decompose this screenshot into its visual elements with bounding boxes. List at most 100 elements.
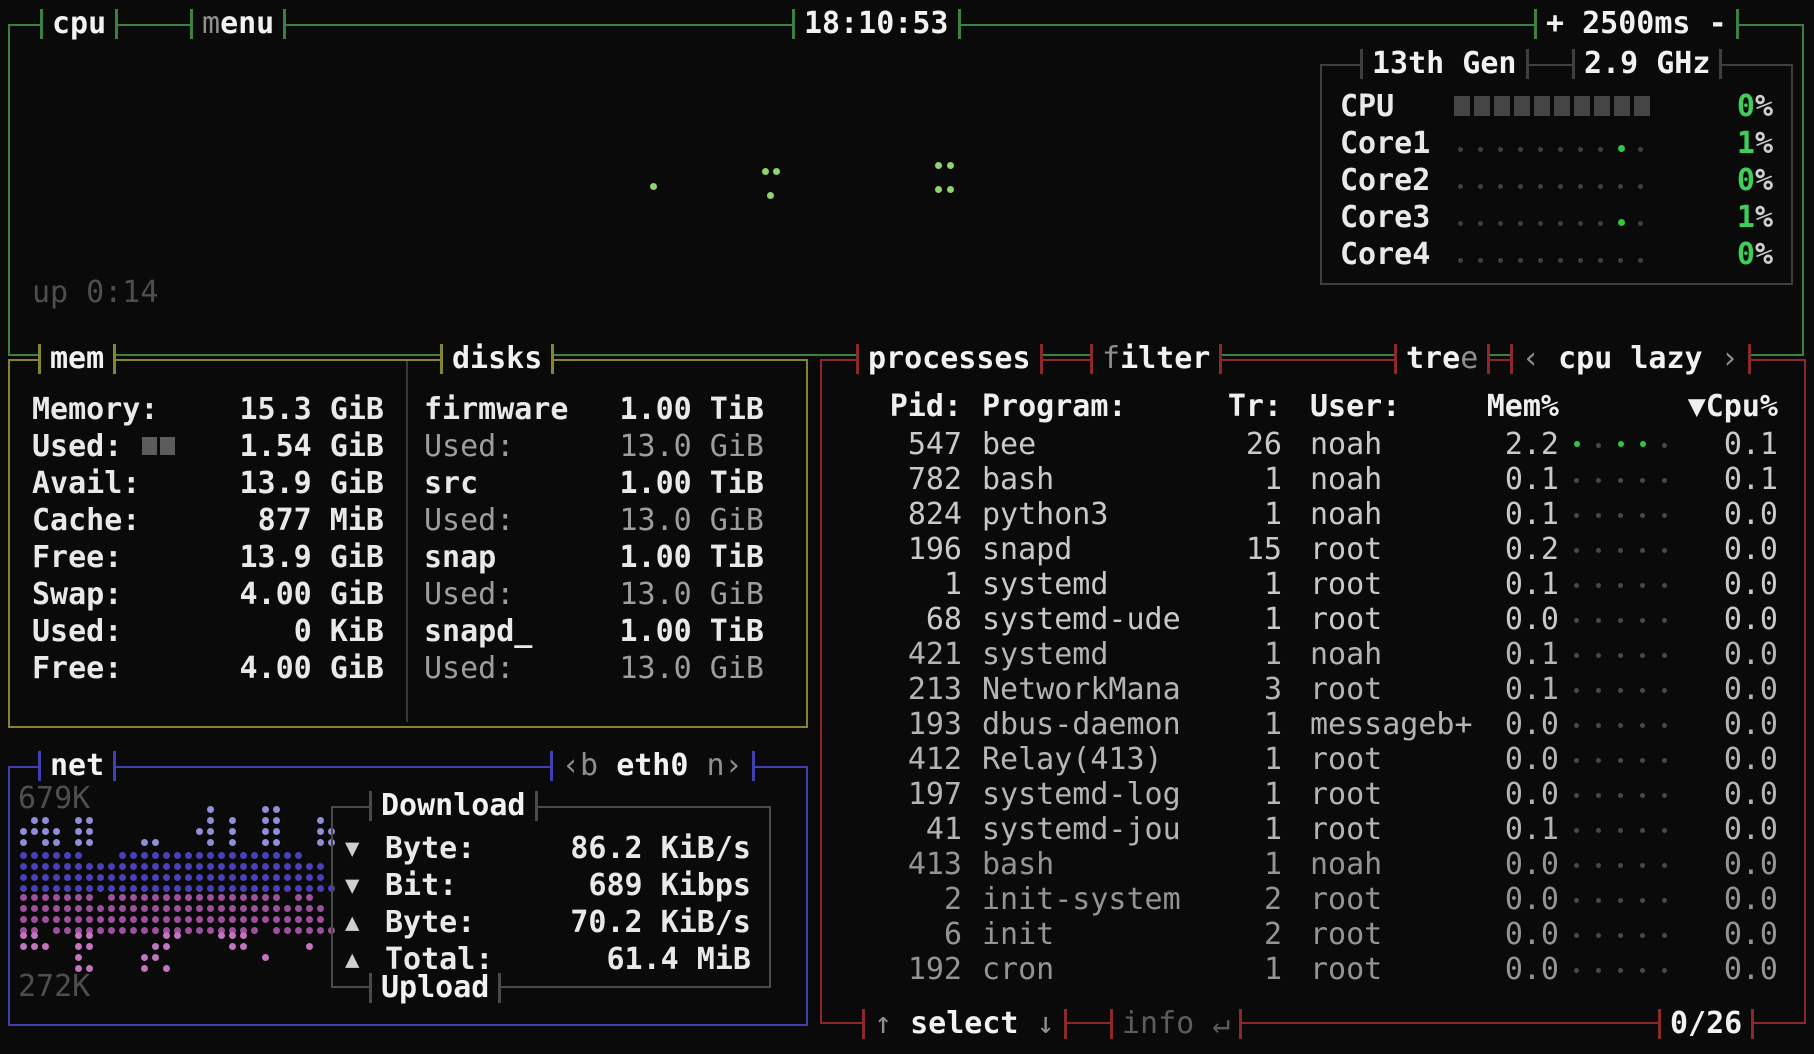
process-cpu-graph [1570, 812, 1700, 847]
process-name: Relay(413) [982, 742, 1217, 777]
net-graph-dot [229, 885, 236, 892]
mem-value: 877 MiB [258, 502, 384, 539]
net-graph-dot [317, 839, 324, 846]
process-row[interactable]: 1systemd1root0.10.0 [822, 567, 1804, 602]
process-row[interactable]: 412Relay(413)1root0.00.0 [822, 742, 1804, 777]
process-user: root [1310, 812, 1480, 847]
net-graph-dot [229, 839, 236, 846]
net-graph-dot [240, 932, 247, 939]
process-name: dbus-daemon [982, 707, 1217, 742]
process-row[interactable]: 421systemd1noah0.10.0 [822, 637, 1804, 672]
proc-graph-dot [1640, 828, 1645, 833]
mem-box-title[interactable]: mem [38, 342, 116, 376]
disk-row: firmware1.00 TiB [424, 391, 764, 428]
proc-graph-dot [1618, 653, 1623, 658]
proc-graph-dot [1596, 758, 1601, 763]
process-user: root [1310, 882, 1480, 917]
net-graph-dot [295, 863, 302, 870]
select-control[interactable]: ↑ select ↓ [862, 1007, 1067, 1041]
net-graph-dot [31, 863, 38, 870]
proc-graph-dot [1640, 933, 1645, 938]
header-cpu[interactable]: ▼Cpu% [1667, 389, 1778, 424]
info-button[interactable]: info ↵ [1110, 1007, 1242, 1041]
process-pid: 782 [836, 462, 962, 497]
proc-graph-dot [1574, 653, 1579, 658]
mem-label: Avail: [32, 465, 140, 502]
cpu-graph-dot [773, 168, 780, 175]
core-graph-dot [1578, 147, 1583, 152]
net-graph-dot [119, 927, 126, 934]
proc-graph-dot [1596, 548, 1601, 553]
header-mem[interactable]: Mem% [1478, 389, 1559, 424]
process-row[interactable]: 193dbus-daemon1messageb+0.00.0 [822, 707, 1804, 742]
net-graph-dot [75, 943, 82, 950]
process-mem-percent: 0.1 [1478, 497, 1559, 532]
proc-graph-dot [1618, 968, 1623, 973]
net-graph-dot [218, 932, 225, 939]
proc-graph-dot [1662, 898, 1667, 903]
header-threads[interactable]: Tr: [1222, 389, 1282, 424]
proc-graph-dot [1574, 548, 1579, 553]
process-row[interactable]: 824python31noah0.10.0 [822, 497, 1804, 532]
net-graph-dot [141, 954, 148, 961]
net-graph-dot [86, 894, 93, 901]
selection-counter: 0/26 [1658, 1007, 1754, 1041]
net-box-title[interactable]: net [38, 749, 116, 783]
cpu-core-row: Core40% [1322, 236, 1787, 273]
net-graph-dot [273, 894, 280, 901]
net-graph-dot [251, 863, 258, 870]
net-graph-dot [53, 874, 60, 881]
border-tick [1487, 344, 1490, 374]
core-graph-dot [1578, 221, 1583, 226]
border-tick [1526, 49, 1529, 79]
proc-graph-dot [1640, 723, 1645, 728]
menu-button[interactable]: menu [190, 7, 286, 41]
mem-row: Memory:15.3 GiB [32, 391, 384, 428]
net-graph-dot [53, 894, 60, 901]
processes-box-title[interactable]: processes [856, 342, 1043, 376]
net-graph-dot [262, 916, 269, 923]
process-row[interactable]: 6init2root0.00.0 [822, 917, 1804, 952]
net-graph-dot [262, 806, 269, 813]
mem-used-meter [142, 437, 175, 455]
percent-sign: % [1755, 126, 1773, 161]
net-graph-dot [42, 894, 49, 901]
core-usage-number: 0 [1737, 89, 1755, 124]
net-graph-dot [185, 852, 192, 859]
process-row[interactable]: 413bash1noah0.00.0 [822, 847, 1804, 882]
process-row[interactable]: 213NetworkMana3root0.10.0 [822, 672, 1804, 707]
proc-graph-dot [1618, 933, 1623, 938]
net-graph-dot [20, 852, 27, 859]
header-pid[interactable]: Pid: [836, 389, 962, 424]
net-graph-dot [119, 905, 126, 912]
process-row[interactable]: 192cron1root0.00.0 [822, 952, 1804, 987]
net-title-text: net [41, 749, 113, 783]
disks-box-title[interactable]: disks [440, 342, 554, 376]
disk-row: Used:13.0 GiB [424, 576, 764, 613]
process-row[interactable]: 68systemd-ude1root0.00.0 [822, 602, 1804, 637]
header-user[interactable]: User: [1310, 389, 1480, 424]
net-graph-dot [20, 905, 27, 912]
sort-selector[interactable]: ‹ cpu lazy › [1510, 342, 1751, 376]
net-graph-dot [229, 852, 236, 859]
core-graph-dot [1458, 258, 1463, 263]
net-graph-dot [97, 916, 104, 923]
header-program[interactable]: Program: [982, 389, 1217, 424]
tree-button[interactable]: tree [1394, 342, 1490, 376]
net-interface-switcher[interactable]: ‹b eth0 n› [550, 749, 755, 783]
net-graph-dot [240, 916, 247, 923]
update-interval-control[interactable]: + 2500ms - [1534, 7, 1739, 41]
net-graph-dot [152, 916, 159, 923]
net-graph-dot [42, 916, 49, 923]
cpu-box-title[interactable]: cpu [40, 7, 118, 41]
filter-button[interactable]: filter [1090, 342, 1222, 376]
process-mem-percent: 0.1 [1478, 672, 1559, 707]
prev-sort-icon: ‹ [1522, 341, 1558, 376]
process-row[interactable]: 196snapd15root0.20.0 [822, 532, 1804, 567]
disk-used-label: Used: [424, 428, 514, 465]
process-row[interactable]: 2init-system2root0.00.0 [822, 882, 1804, 917]
process-row[interactable]: 547bee26noah2.20.1 [822, 427, 1804, 462]
process-row[interactable]: 41systemd-jou1root0.10.0 [822, 812, 1804, 847]
process-row[interactable]: 197systemd-log1root0.00.0 [822, 777, 1804, 812]
process-row[interactable]: 782bash1noah0.10.1 [822, 462, 1804, 497]
